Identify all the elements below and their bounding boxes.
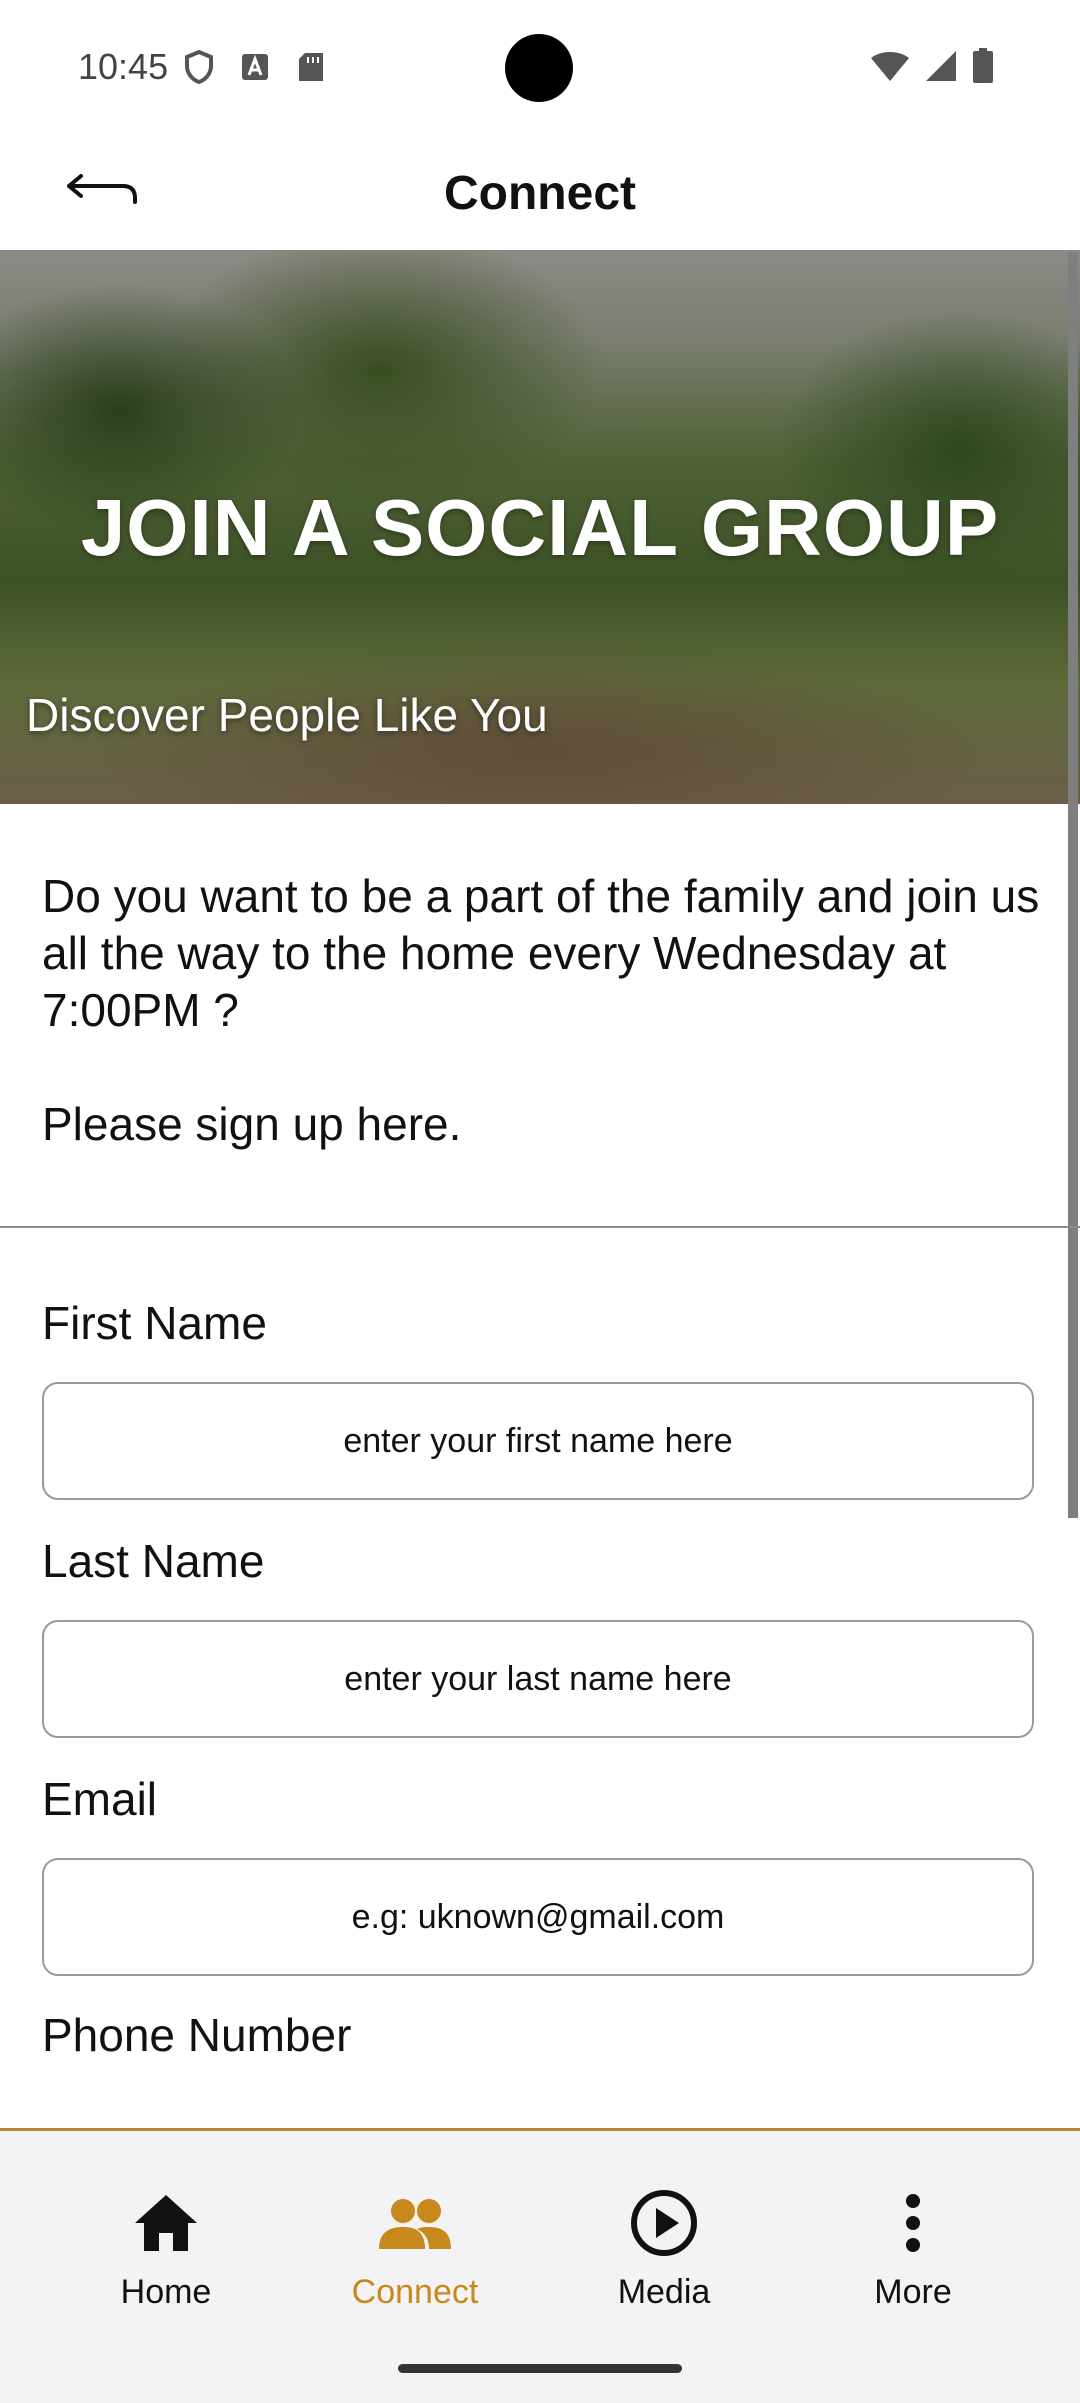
app-bar: Connect [0, 130, 1080, 250]
hero-title: JOIN A SOCIAL GROUP [80, 483, 1000, 572]
status-notification-icons [182, 50, 328, 84]
scrollbar[interactable] [1068, 252, 1078, 1518]
email-input[interactable]: e.g: uknown@gmail.com [42, 1858, 1034, 1976]
nav-media[interactable]: Media [564, 2183, 764, 2312]
status-system-icons [870, 48, 994, 89]
people-icon [315, 2183, 515, 2263]
play-circle-icon [564, 2183, 764, 2263]
wifi-icon [870, 50, 910, 87]
shield-icon [182, 50, 216, 84]
nav-media-label: Media [617, 2273, 711, 2311]
hero-banner: JOIN A SOCIAL GROUP Discover People Like… [0, 250, 1080, 804]
phone-number-label: Phone Number [42, 2009, 352, 2061]
first-name-input[interactable]: enter your first name here [42, 1382, 1034, 1500]
nav-home-label: Home [120, 2273, 212, 2311]
nav-more[interactable]: More [813, 2183, 1013, 2312]
home-indicator[interactable] [398, 2364, 682, 2373]
page-title: Connect [444, 167, 636, 220]
intro-question: Do you want to be a part of the family a… [42, 870, 1040, 1036]
status-time: 10:45 [78, 46, 169, 87]
bottom-navigation: Home Connect Media More [0, 2128, 1080, 2403]
intro-text: Do you want to be a part of the family a… [42, 868, 1042, 1153]
status-bar: 10:45 [0, 0, 1080, 130]
front-camera-cutout [505, 34, 573, 102]
nav-home[interactable]: Home [66, 2183, 266, 2312]
sd-card-icon [294, 50, 328, 84]
cell-signal-icon [924, 50, 958, 87]
hero-subtitle: Discover People Like You [26, 689, 548, 741]
home-icon [66, 2183, 266, 2263]
nav-more-label: More [874, 2273, 952, 2311]
nav-connect[interactable]: Connect [315, 2183, 515, 2312]
keyboard-a-icon [238, 50, 272, 84]
email-label: Email [42, 1773, 158, 1825]
divider [0, 1226, 1080, 1228]
battery-icon [972, 48, 994, 89]
nav-connect-label: Connect [351, 2273, 479, 2311]
last-name-input[interactable]: enter your last name here [42, 1620, 1034, 1738]
last-name-label: Last Name [42, 1535, 265, 1587]
first-name-label: First Name [42, 1297, 267, 1349]
more-vertical-icon [813, 2183, 1013, 2263]
signup-prompt: Please sign up here. [42, 1098, 462, 1150]
